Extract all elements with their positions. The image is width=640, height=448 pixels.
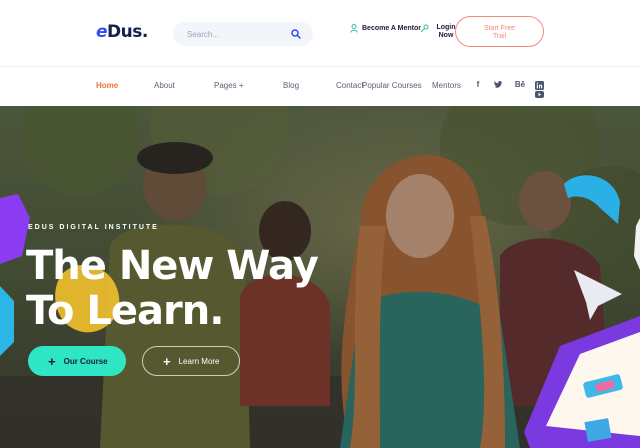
nav-blog[interactable]: Blog — [283, 81, 299, 90]
plus-icon: + — [163, 353, 171, 369]
our-course-label: Our Course — [63, 356, 108, 366]
hero-headline: The New Way To Learn. — [26, 243, 319, 334]
user-icon — [350, 24, 358, 33]
linkedin-icon[interactable] — [535, 81, 544, 90]
search-icon[interactable] — [291, 29, 301, 39]
key-icon — [420, 24, 429, 33]
facebook-icon[interactable]: f — [473, 80, 483, 90]
nav-popular-courses[interactable]: Popular Courses — [362, 81, 422, 90]
trial-label-2: Trail — [492, 33, 507, 40]
trial-label: Start Free — [483, 25, 516, 32]
login-link[interactable]: Login Now — [420, 24, 459, 40]
nav-home[interactable]: Home — [96, 81, 118, 90]
learn-more-label: Learn More — [178, 356, 220, 366]
logo-mark: e — [96, 22, 108, 42]
hero-kicker: EDUS DIGITAL INSTITUTE — [28, 224, 159, 231]
start-free-trial-button[interactable]: Start Free Trail — [455, 16, 544, 47]
search-box — [173, 22, 313, 46]
behance-icon[interactable]: Bē — [514, 80, 526, 90]
top-header: eDus. Become A Mentor Login Now Start Fr… — [0, 0, 640, 66]
learn-more-button[interactable]: + Learn More — [142, 346, 240, 376]
twitter-icon[interactable] — [493, 80, 503, 90]
hero-headline-line-2: To Learn. — [26, 288, 224, 334]
nav-about[interactable]: About — [154, 81, 175, 90]
nav-contact[interactable]: Contact — [336, 81, 364, 90]
become-mentor-label: Become A Mentor — [362, 25, 421, 32]
logo-text: Dus. — [107, 22, 148, 42]
hero-section: EDUS DIGITAL INSTITUTE The New Way To Le… — [0, 106, 640, 448]
nav-mentors[interactable]: Mentors — [432, 81, 461, 90]
search-input[interactable] — [187, 26, 287, 42]
nav-pages[interactable]: Pages + — [214, 81, 244, 90]
main-nav: Home About Pages + Blog Contact Popular … — [0, 66, 640, 106]
our-course-button[interactable]: + Our Course — [28, 346, 126, 376]
youtube-icon[interactable] — [535, 91, 544, 98]
brand-logo[interactable]: eDus. — [96, 22, 148, 42]
plus-icon: + — [48, 353, 56, 369]
hero-headline-line-1: The New Way — [26, 243, 319, 289]
become-mentor-link[interactable]: Become A Mentor — [350, 24, 421, 33]
